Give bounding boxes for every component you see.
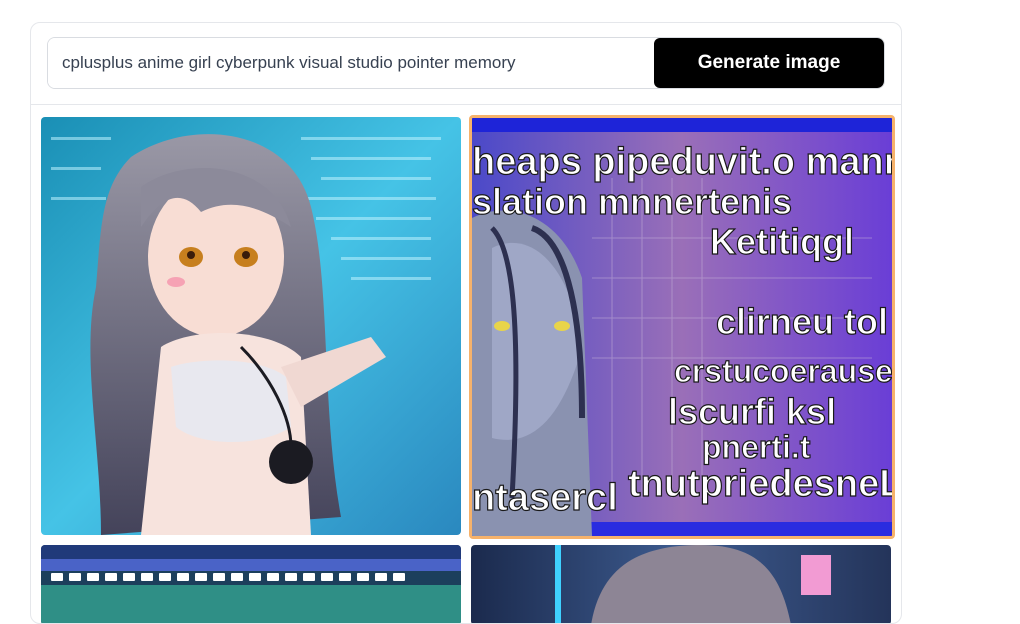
anime-girl-glitch-text-image: heaps pipeduvit.o manne slation mnnerten… — [472, 118, 892, 536]
gallery-image-2[interactable]: heaps pipeduvit.o manne slation mnnerten… — [469, 115, 895, 539]
generator-card: Generate image — [30, 22, 902, 624]
gallery-image-3[interactable] — [41, 545, 461, 623]
glitch-text-line-7: pnerti.t — [702, 429, 811, 465]
gallery-image-1[interactable] — [41, 117, 461, 535]
glitch-text-line-2: slation mnnertenis — [472, 181, 792, 222]
anime-girl-neon-image — [471, 545, 891, 623]
gallery-image-4[interactable] — [471, 545, 891, 623]
anime-girl-cyan-image — [41, 117, 461, 535]
glitch-text-line-6: lscurfi ksl — [668, 391, 836, 432]
glitch-text-line-9: ntasercl — [472, 477, 618, 519]
glitch-text-line-4: clirneu tol — [716, 301, 888, 342]
glitch-text-line-8: tnutpriedesneL — [628, 463, 892, 505]
prompt-input[interactable] — [48, 38, 654, 88]
prompt-bar: Generate image — [47, 37, 885, 89]
generate-image-button[interactable]: Generate image — [654, 38, 884, 88]
glitch-text-line-5: crstucoerause — [674, 353, 892, 389]
glitch-text-line-3: Ketitiqgl — [710, 221, 854, 262]
code-editor-image — [41, 545, 461, 623]
divider — [31, 104, 901, 105]
glitch-text-line-1: heaps pipeduvit.o manne — [472, 141, 892, 183]
